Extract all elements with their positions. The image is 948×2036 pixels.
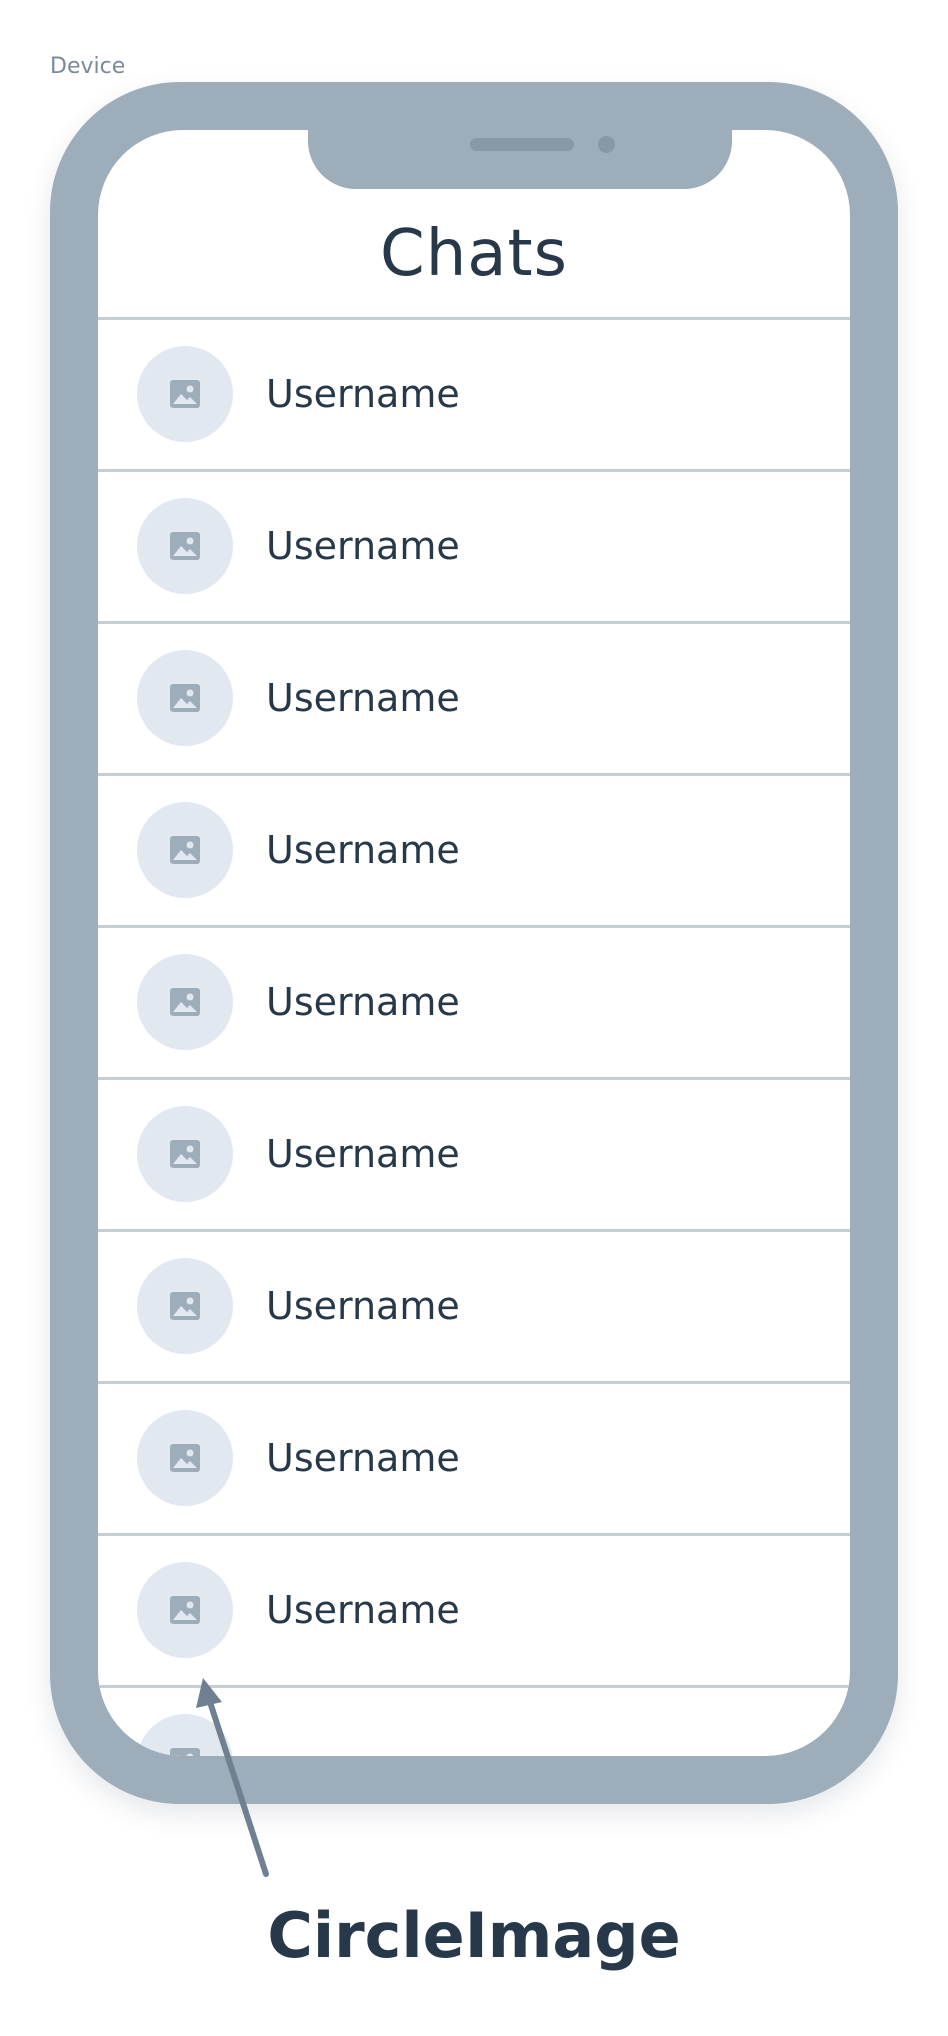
chat-username: Username	[266, 980, 460, 1024]
chat-list-item[interactable]: Username	[98, 776, 850, 928]
circle-image-avatar	[137, 498, 233, 594]
speaker-grille	[470, 138, 574, 151]
chat-username: Username	[266, 828, 460, 872]
image-placeholder-icon	[170, 684, 200, 712]
image-placeholder-icon	[170, 988, 200, 1016]
chat-username: Username	[266, 676, 460, 720]
chat-list-item[interactable]: Username	[98, 320, 850, 472]
chat-list-item[interactable]: Username	[98, 624, 850, 776]
phone-screen: Chats Username Username Username Usernam…	[98, 130, 850, 1756]
image-placeholder-icon	[170, 380, 200, 408]
frame-label: Device	[50, 54, 126, 79]
circle-image-avatar	[137, 1410, 233, 1506]
chat-username: Username	[266, 1588, 460, 1632]
chat-username: Username	[266, 1132, 460, 1176]
image-placeholder-icon	[170, 1292, 200, 1320]
image-placeholder-icon	[170, 532, 200, 560]
annotation-caption: CircleImage	[267, 1899, 681, 1972]
circle-image-avatar	[137, 1258, 233, 1354]
image-placeholder-icon	[170, 1444, 200, 1472]
device-notch	[308, 130, 732, 189]
page-title: Chats	[380, 217, 568, 291]
front-camera	[598, 136, 615, 153]
chat-username: Username	[266, 524, 460, 568]
chat-list-item[interactable]: Username	[98, 928, 850, 1080]
chat-username: Username	[266, 1436, 460, 1480]
chat-list-item[interactable]: Username	[98, 1384, 850, 1536]
chat-list-item[interactable]: Username	[98, 1232, 850, 1384]
chat-list[interactable]: Username Username Username Username User…	[98, 320, 850, 1756]
circle-image-avatar	[137, 1714, 233, 1756]
circle-image-avatar	[137, 346, 233, 442]
image-placeholder-icon	[170, 1596, 200, 1624]
chat-list-item[interactable]: Username	[98, 472, 850, 624]
phone-device-frame: Chats Username Username Username Usernam…	[50, 82, 898, 1804]
circle-image-avatar	[137, 650, 233, 746]
chat-list-item[interactable]: Username	[98, 1536, 850, 1688]
image-placeholder-icon	[170, 836, 200, 864]
chat-list-item[interactable]	[98, 1688, 850, 1756]
circle-image-avatar	[137, 1106, 233, 1202]
chat-username: Username	[266, 372, 460, 416]
chat-username: Username	[266, 1284, 460, 1328]
circle-image-avatar	[137, 1562, 233, 1658]
chat-list-item[interactable]: Username	[98, 1080, 850, 1232]
circle-image-avatar	[137, 954, 233, 1050]
image-placeholder-icon	[170, 1140, 200, 1168]
circle-image-avatar	[137, 802, 233, 898]
image-placeholder-icon	[170, 1748, 200, 1756]
